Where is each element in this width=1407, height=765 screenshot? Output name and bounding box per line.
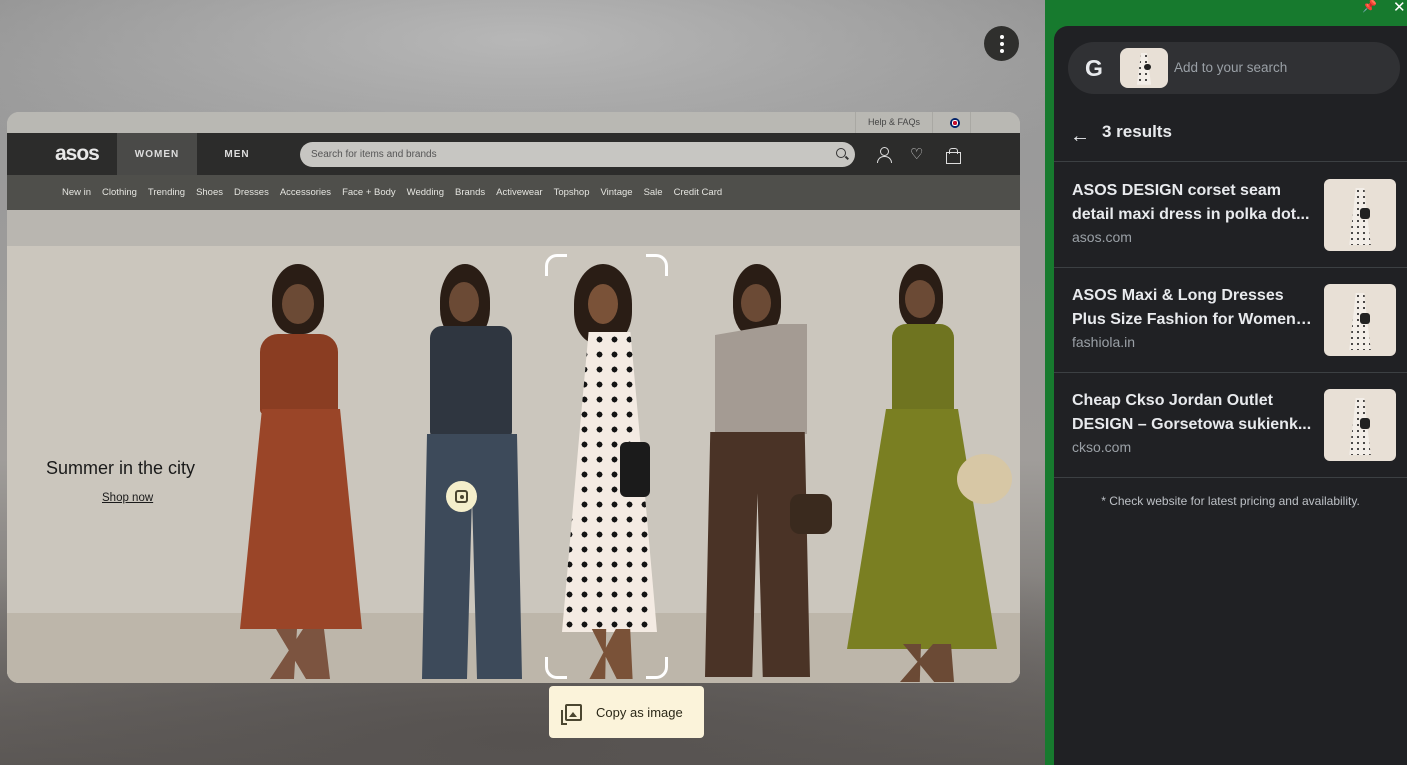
category-brands[interactable]: Brands	[455, 187, 485, 198]
category-topshop[interactable]: Topshop	[554, 187, 590, 198]
category-vintage[interactable]: Vintage	[601, 187, 633, 198]
tab-women[interactable]: WOMEN	[117, 133, 197, 175]
result-site: fashiola.in	[1072, 334, 1136, 350]
shop-now-link[interactable]: Shop now	[102, 492, 153, 504]
selection-handle-top-left[interactable]	[545, 254, 567, 276]
copy-as-image-button[interactable]: Copy as image	[549, 686, 704, 738]
site-logo[interactable]: asos	[55, 142, 100, 166]
uk-flag-icon	[949, 117, 960, 128]
result-item[interactable]: ASOS DESIGN corset seam detail maxi dres…	[1054, 163, 1407, 268]
selection-region[interactable]	[545, 254, 668, 679]
hero-banner[interactable]: Summer in the city Shop now	[7, 246, 1020, 683]
promo-strip	[7, 210, 1020, 246]
result-thumbnail[interactable]	[1324, 179, 1396, 251]
search-icon[interactable]	[836, 148, 846, 158]
category-accessories[interactable]: Accessories	[280, 187, 331, 198]
pricing-disclaimer: * Check website for latest pricing and a…	[1101, 494, 1360, 508]
results-count: 3 results	[1102, 122, 1172, 141]
result-title[interactable]: ASOS Maxi & Long Dresses Plus Size Fashi…	[1072, 284, 1312, 332]
category-credit-card[interactable]: Credit Card	[674, 187, 723, 198]
captured-webpage: Help & FAQs asos WOMEN MEN Search for it…	[7, 112, 1020, 683]
selection-handle-top-right[interactable]	[646, 254, 668, 276]
add-to-search-input[interactable]: Add to your search	[1174, 42, 1287, 94]
result-item[interactable]: Cheap Ckso Jordan Outlet DESIGN – Gorset…	[1054, 373, 1407, 478]
model-brown-trousers	[695, 264, 832, 683]
lens-side-panel: G Add to your search ← 3 results ASOS DE…	[1054, 26, 1407, 765]
category-nav: New in Clothing Trending Shoes Dresses A…	[7, 175, 1020, 210]
close-icon[interactable]: ✕	[1393, 0, 1406, 16]
result-site: ckso.com	[1072, 439, 1132, 455]
category-activewear[interactable]: Activewear	[496, 187, 542, 198]
lens-search-icon[interactable]	[446, 481, 477, 512]
tab-men[interactable]: MEN	[197, 133, 277, 175]
result-title[interactable]: ASOS DESIGN corset seam detail maxi dres…	[1072, 179, 1312, 227]
category-clothing[interactable]: Clothing	[102, 187, 137, 198]
utility-bar: Help & FAQs	[7, 112, 1020, 133]
model-olive-dress	[837, 264, 1012, 683]
bag-icon[interactable]	[945, 147, 961, 164]
category-wedding[interactable]: Wedding	[407, 187, 444, 198]
result-title-line: DESIGN – Gorsetowa sukienk...	[1072, 416, 1312, 433]
lens-search-bar[interactable]: G Add to your search	[1068, 42, 1400, 94]
back-arrow-icon[interactable]: ←	[1070, 125, 1090, 148]
model-denim-outfit	[412, 264, 532, 683]
result-thumbnail[interactable]	[1324, 389, 1396, 461]
category-sale[interactable]: Sale	[644, 187, 663, 198]
pin-icon[interactable]: 📌	[1362, 0, 1377, 12]
search-placeholder: Search for items and brands	[311, 149, 437, 160]
result-title-line: Cheap Ckso Jordan Outlet	[1072, 392, 1273, 409]
help-faqs-link[interactable]: Help & FAQs	[855, 112, 934, 133]
copy-as-image-label: Copy as image	[596, 704, 683, 720]
category-dresses[interactable]: Dresses	[234, 187, 269, 198]
country-selector[interactable]	[939, 112, 971, 133]
category-face-body[interactable]: Face + Body	[342, 187, 396, 198]
selected-image-thumbnail[interactable]	[1120, 48, 1168, 88]
result-title-line: detail maxi dress in polka dot...	[1072, 206, 1310, 223]
result-thumbnail[interactable]	[1324, 284, 1396, 356]
category-new-in[interactable]: New in	[62, 187, 91, 198]
image-copy-icon	[561, 703, 582, 725]
google-logo-icon: G	[1085, 55, 1103, 81]
model-rust-dress	[232, 264, 372, 683]
result-title-line: Plus Size Fashion for Women ...	[1072, 311, 1312, 328]
result-title[interactable]: Cheap Ckso Jordan Outlet DESIGN – Gorset…	[1072, 389, 1312, 437]
more-vert-icon	[999, 33, 1004, 54]
results-header: ← 3 results	[1054, 118, 1407, 162]
site-search-input[interactable]: Search for items and brands	[300, 142, 855, 167]
result-item[interactable]: ASOS Maxi & Long Dresses Plus Size Fashi…	[1054, 268, 1407, 373]
more-options-button[interactable]	[984, 26, 1019, 61]
result-title-line: ASOS Maxi & Long Dresses	[1072, 287, 1284, 304]
heart-icon[interactable]: ♡	[910, 147, 926, 163]
hero-title: Summer in the city	[46, 458, 196, 478]
result-site: asos.com	[1072, 229, 1132, 245]
selection-handle-bottom-left[interactable]	[545, 657, 567, 679]
main-nav: asos WOMEN MEN Search for items and bran…	[7, 133, 1020, 175]
category-shoes[interactable]: Shoes	[196, 187, 223, 198]
category-trending[interactable]: Trending	[148, 187, 185, 198]
result-title-line: ASOS DESIGN corset seam	[1072, 182, 1281, 199]
account-icon[interactable]	[876, 147, 892, 163]
